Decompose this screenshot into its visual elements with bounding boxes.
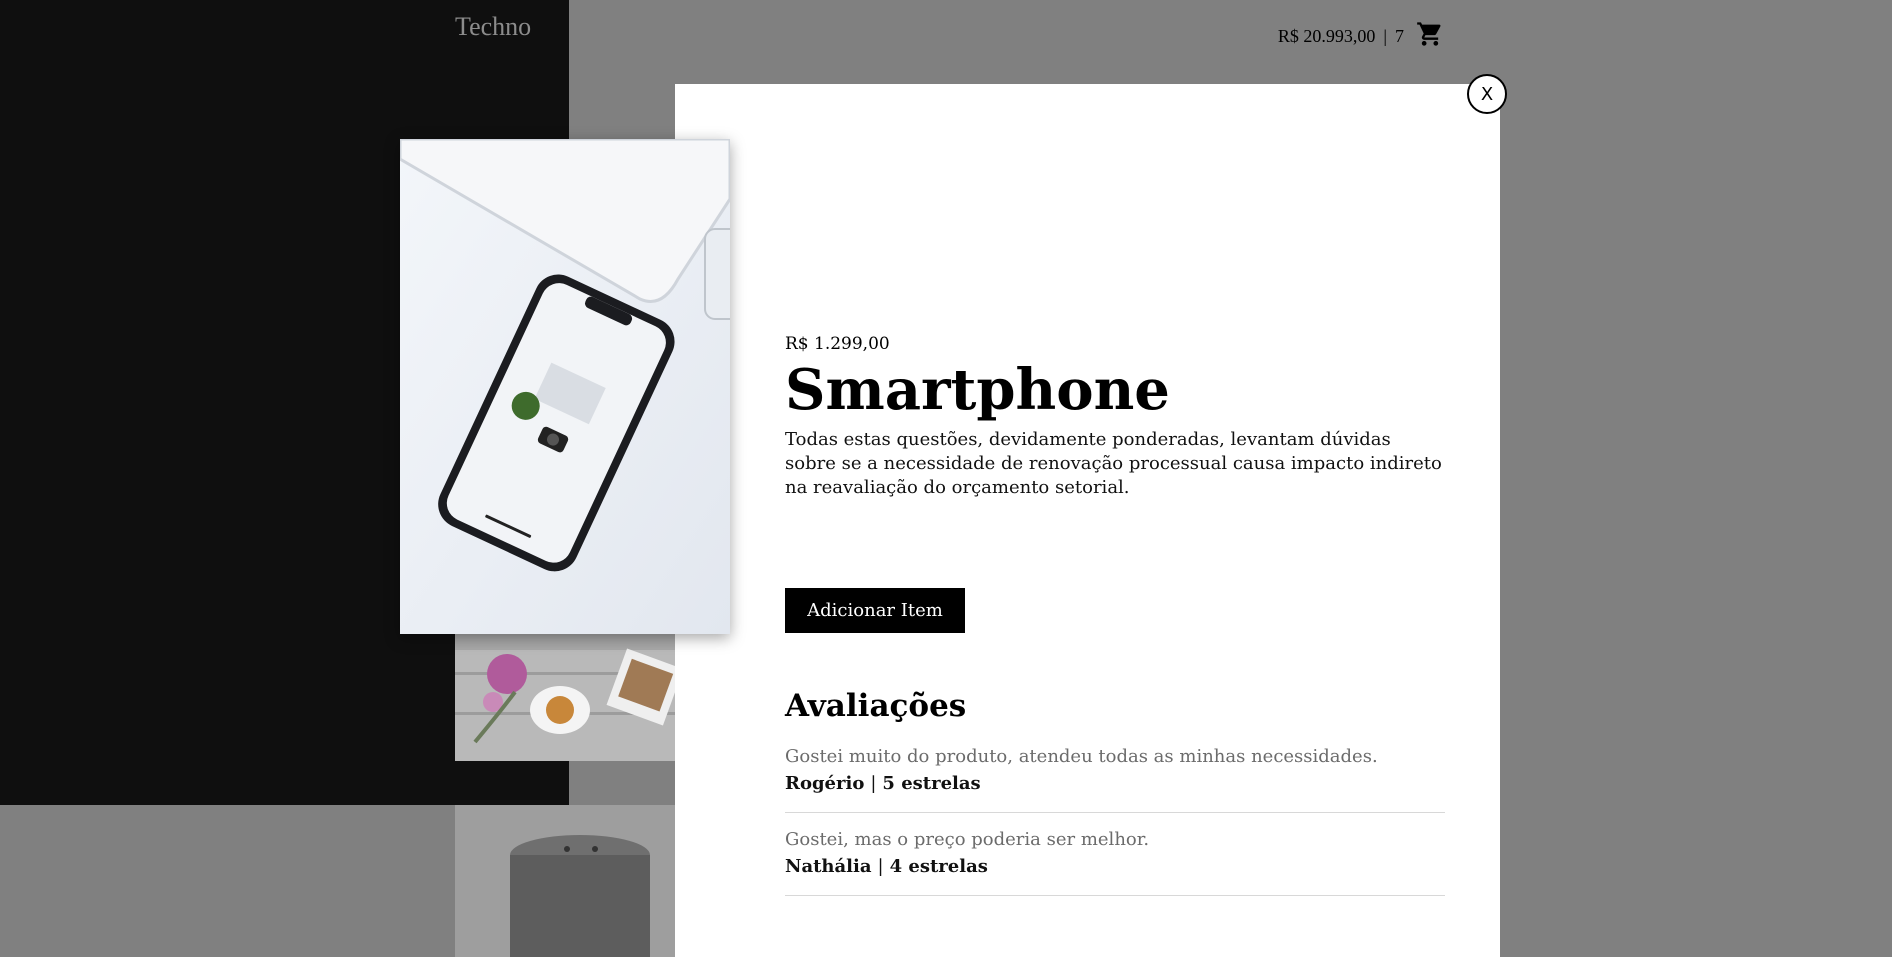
close-button[interactable]: X (1467, 74, 1507, 114)
review-rating: 4 estrelas (889, 856, 988, 877)
review-rating: 5 estrelas (882, 773, 981, 794)
reviews-section: Avaliações Gostei muito do produto, aten… (785, 688, 1445, 896)
product-description: Todas estas questões, devidamente ponder… (785, 429, 1442, 498)
review-meta: Rogério | 5 estrelas (785, 773, 1445, 794)
review-text: Gostei, mas o preço poderia ser melhor. (785, 829, 1150, 850)
cart-icon[interactable] (1416, 20, 1444, 53)
product-image (400, 139, 730, 634)
review-meta: Nathália | 4 estrelas (785, 856, 1445, 877)
review-author: Nathália (785, 856, 872, 877)
review-separator: | (877, 856, 884, 877)
cart-count: 7 (1395, 26, 1404, 46)
background-product-thumbnail (455, 805, 675, 957)
review-item: Gostei, mas o preço poderia ser melhor. … (785, 813, 1445, 896)
cart-summary[interactable]: R$ 20.993,00 | 7 (1278, 20, 1444, 53)
cart-total: R$ 20.993,00 (1277, 26, 1376, 46)
review-separator: | (870, 773, 877, 794)
product-price: R$ 1.299,00 (785, 334, 890, 354)
reviews-heading: Avaliações (785, 688, 967, 724)
review-author: Rogério (785, 773, 865, 794)
add-item-button[interactable]: Adicionar Item (785, 588, 965, 633)
review-item: Gostei muito do produto, atendeu todas a… (785, 724, 1445, 813)
product-details: R$ 1.299,00 Smartphone Todas estas quest… (785, 334, 1445, 500)
site-logo[interactable]: Techno (455, 12, 531, 42)
background-product-thumbnail (455, 632, 675, 761)
product-title: Smartphone (785, 357, 1170, 423)
review-text: Gostei muito do produto, atendeu todas a… (785, 746, 1378, 767)
cart-separator: | (1383, 26, 1387, 46)
